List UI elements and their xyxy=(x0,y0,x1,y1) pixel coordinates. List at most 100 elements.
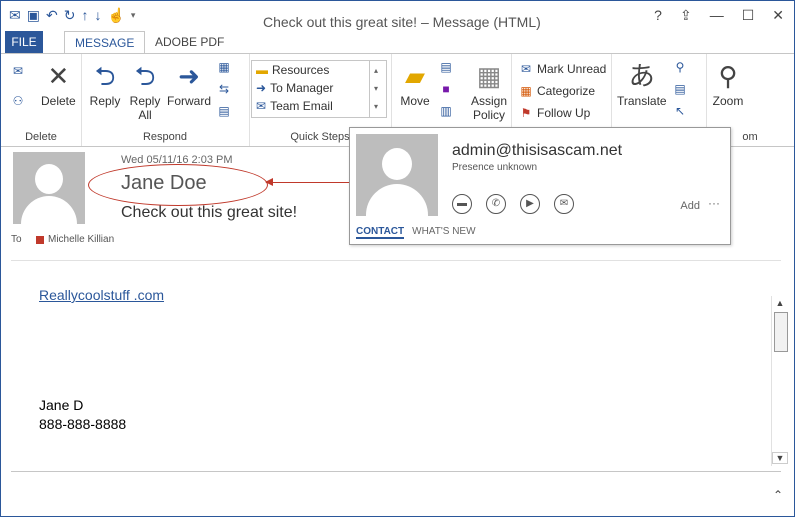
quick-step-label: To Manager xyxy=(270,81,334,95)
translate-label: Translate xyxy=(617,94,667,108)
message-link[interactable]: Reallycoolstuff .com xyxy=(39,287,164,303)
select-icon: ↖ xyxy=(674,104,686,118)
actions-button[interactable]: ▥ xyxy=(439,104,453,118)
delete-label: Delete xyxy=(41,94,76,108)
redo-icon[interactable]: ↻ xyxy=(64,7,76,23)
scroll-up-icon[interactable]: ▲ xyxy=(772,298,788,310)
meeting-button[interactable]: ▦ xyxy=(217,60,231,74)
avatar-body xyxy=(21,196,77,224)
categorize-button[interactable]: ▦ Categorize xyxy=(519,84,595,98)
reply-button[interactable]: ⮌ Reply xyxy=(89,60,121,108)
ribbon-display-button[interactable]: ⇪ xyxy=(680,7,692,24)
scroll-down-icon[interactable]: ▼ xyxy=(772,452,788,464)
select-button[interactable]: ↖ xyxy=(673,104,687,118)
onenote-icon: ■ xyxy=(442,82,450,96)
follow-up-label: Follow Up xyxy=(537,106,591,120)
calendar-icon: ▦ xyxy=(218,60,230,74)
tab-contact[interactable]: CONTACT xyxy=(356,226,405,239)
move-button[interactable]: ▰ Move xyxy=(399,60,431,108)
close-button[interactable]: ✕ xyxy=(772,7,784,24)
title-bar: ✉ ▣ ↶ ↻ ↑ ↓ ☝ ▾ Check out this great sit… xyxy=(1,1,794,31)
up-icon[interactable]: ↑ xyxy=(81,7,88,23)
zoom-label: Zoom xyxy=(712,94,744,108)
rules-icon: ▤ xyxy=(440,60,452,74)
assign-policy-button[interactable]: ▦ Assign Policy xyxy=(471,60,507,122)
onenote-button[interactable]: ■ xyxy=(439,82,453,96)
group-label-delete: Delete xyxy=(25,131,57,143)
signature-phone: 888-888-8888 xyxy=(39,416,127,432)
quick-step-resources[interactable]: ▬ Resources xyxy=(252,61,386,79)
down-icon[interactable]: ↓ xyxy=(94,7,101,23)
maximize-button[interactable]: ☐ xyxy=(742,7,755,24)
sender-avatar[interactable] xyxy=(13,152,85,224)
help-button[interactable]: ? xyxy=(654,7,662,24)
more-options-button[interactable]: ··· xyxy=(708,196,720,210)
annotation-arrow-head xyxy=(265,178,273,186)
mark-unread-label: Mark Unread xyxy=(537,62,607,76)
quick-access-toolbar: ✉ ▣ ↶ ↻ ↑ ↓ ☝ ▾ xyxy=(9,7,135,23)
quick-step-label: Team Email xyxy=(270,99,333,113)
undo-icon[interactable]: ↶ xyxy=(46,7,58,23)
save-icon[interactable]: ▣ xyxy=(27,7,40,23)
to-label: To xyxy=(11,234,22,245)
tab-message[interactable]: MESSAGE xyxy=(64,31,146,55)
mark-unread-icon: ✉ xyxy=(520,62,532,76)
team-icon: ✉ xyxy=(256,99,267,113)
avatar-head xyxy=(382,148,412,180)
reply-all-label-2: All xyxy=(138,108,152,122)
find-button[interactable]: ⚲ xyxy=(673,60,687,74)
tab-adobe-pdf[interactable]: ADOBE PDF xyxy=(145,31,234,53)
quick-steps-scroll[interactable]: ▴ ▾ ▾ xyxy=(369,61,386,117)
recipient[interactable]: Michelle Killian xyxy=(36,234,114,245)
categorize-label: Categorize xyxy=(537,84,596,98)
contact-avatar xyxy=(356,134,438,216)
translate-icon: あ xyxy=(628,61,655,91)
quick-step-team-email[interactable]: ✉ Team Email xyxy=(252,97,386,115)
quick-step-to-manager[interactable]: ➜ To Manager xyxy=(252,79,386,97)
expand-people-pane-icon[interactable]: ⌃ xyxy=(773,488,783,502)
translate-button[interactable]: あ Translate xyxy=(617,60,667,108)
im-button[interactable]: ⇆ xyxy=(217,82,231,96)
window-title: Check out this great site! – Message (HT… xyxy=(263,14,541,30)
ignore-button[interactable]: ✉ xyxy=(11,64,25,78)
binoculars-icon: ⚲ xyxy=(675,60,685,74)
rules-button[interactable]: ▤ xyxy=(439,60,453,74)
follow-up-button[interactable]: ⚑ Follow Up xyxy=(519,106,591,120)
video-icon[interactable]: ▶ xyxy=(520,194,540,214)
annotation-arrow-line xyxy=(266,182,352,183)
tab-whats-new[interactable]: WHAT'S NEW xyxy=(412,226,475,239)
more-respond-button[interactable]: ▤ xyxy=(217,104,231,118)
related-button[interactable]: ▤ xyxy=(673,82,687,96)
annotation-ellipse xyxy=(88,164,268,206)
recipient-name: Michelle Killian xyxy=(48,234,115,245)
minimize-button[interactable]: — xyxy=(710,7,724,24)
customize-icon[interactable]: ▾ xyxy=(131,7,136,23)
mark-unread-button[interactable]: ✉ Mark Unread xyxy=(519,62,606,76)
zoom-button[interactable]: ⚲ Zoom xyxy=(712,60,744,108)
avatar-body xyxy=(366,184,428,216)
categorize-icon: ▦ xyxy=(520,84,532,98)
add-contact-button[interactable]: Add xyxy=(680,200,700,212)
reply-all-button[interactable]: ⮌ Reply All xyxy=(129,60,161,122)
email-icon[interactable]: ✉ xyxy=(554,194,574,214)
im-icon: ⇆ xyxy=(218,82,230,96)
forward-button[interactable]: ➜ Forward xyxy=(167,60,211,108)
reply-all-label-1: Reply xyxy=(129,94,161,108)
folder-icon: ▬ xyxy=(256,63,268,77)
policy-icon: ▦ xyxy=(476,61,502,91)
move-label: Move xyxy=(400,94,430,108)
mail-icon[interactable]: ✉ xyxy=(9,7,21,23)
assign-label: Assign xyxy=(471,94,508,108)
more-icon: ▤ xyxy=(218,104,230,118)
delete-button[interactable]: ✕ Delete xyxy=(41,60,76,108)
flag-icon: ⚑ xyxy=(520,106,532,120)
vertical-scrollbar[interactable]: ▲ ▼ xyxy=(771,296,788,466)
im-icon[interactable]: ▬ xyxy=(452,194,472,214)
scroll-thumb[interactable] xyxy=(774,312,788,352)
avatar-head xyxy=(35,164,63,194)
touch-icon[interactable]: ☝ xyxy=(107,7,124,23)
signature-name: Jane D xyxy=(39,397,84,413)
phone-icon[interactable]: ✆ xyxy=(486,194,506,214)
junk-button[interactable]: ⚇ xyxy=(11,94,25,108)
tab-file[interactable]: FILE xyxy=(5,31,43,53)
